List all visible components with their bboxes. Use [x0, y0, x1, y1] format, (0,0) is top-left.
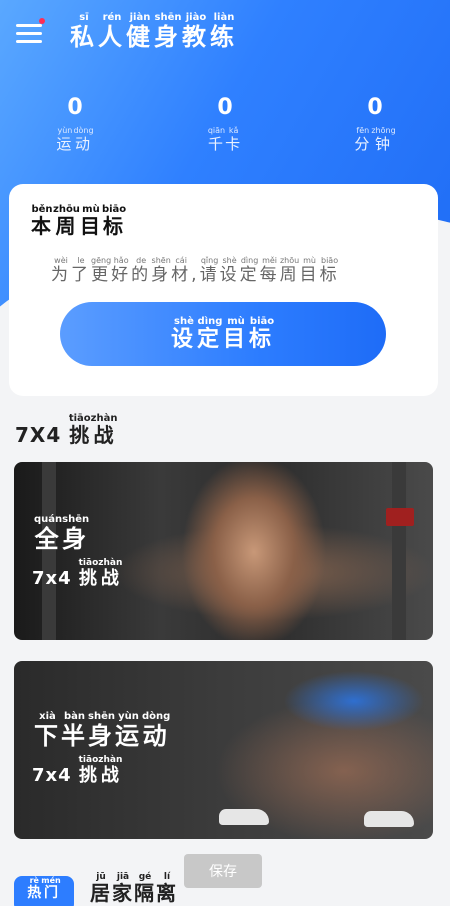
ruby-char: 设shè	[219, 256, 240, 285]
stat-label: 千qiān卡kǎ	[150, 126, 300, 154]
ruby-char: 挑tiāo	[78, 558, 99, 589]
shoe	[364, 811, 414, 827]
ruby-char: 动dòng	[142, 711, 171, 750]
ruby-char: 目mù	[299, 256, 320, 285]
ruby-char: 千qiān	[207, 126, 226, 153]
stat-minutes: 0 分fēn钟zhōng	[300, 95, 450, 154]
ruby-char: 为wèi	[51, 256, 71, 285]
card-sub-prefix: 7x4	[32, 568, 72, 589]
card-title: 全quán身shēn	[34, 514, 89, 554]
stat-label: 运yùn动dòng	[0, 126, 150, 154]
ruby-char: 身shēn	[151, 256, 172, 285]
ruby-char: 身shēn	[88, 711, 115, 750]
ruby-char: 更gēng	[91, 256, 112, 285]
ruby-char: 了le	[71, 256, 91, 285]
ruby-char: 私sī	[70, 12, 98, 51]
ruby-char: 门mén	[41, 876, 61, 901]
ruby-char: 材cái	[171, 256, 192, 285]
ruby-char: 居jū	[90, 872, 112, 905]
card-sub-prefix: 7x4	[32, 765, 72, 786]
ruby-char: 运yùn	[115, 711, 142, 750]
stats-row: 0 运yùn动dòng 0 千qiān卡kǎ 0 分fēn钟zhōng	[0, 95, 450, 154]
ruby-char: 定dìng	[196, 315, 223, 352]
rack-post	[392, 462, 406, 640]
notification-dot	[39, 18, 45, 24]
ruby-char: 本běn	[31, 204, 53, 238]
ruby-char: 挑tiāo	[68, 413, 91, 447]
ruby-char: 运yùn	[56, 126, 74, 153]
ruby-char: 标biāo	[101, 204, 127, 238]
home-quarantine-title: 居jū家jiā隔gé离lí	[90, 872, 178, 906]
hot-tag: 热rè门mén	[14, 876, 74, 906]
stat-value: 0	[367, 95, 383, 120]
ruby-char: 练liàn	[210, 12, 238, 51]
ruby-char: 隔gé	[134, 872, 156, 905]
app-title: 私sī人rén健jiàn身shēn教jiào练liàn	[70, 12, 238, 52]
ruby-char: 离lí	[156, 872, 178, 905]
ruby-char: 热rè	[27, 876, 42, 901]
rack-pad	[386, 508, 414, 526]
ruby-char: 半bàn	[61, 711, 88, 750]
stat-value: 0	[217, 95, 233, 120]
ruby-char: 身shēn	[62, 514, 90, 553]
card-subtitle: 7x4 挑tiāo战zhàn	[32, 755, 122, 787]
ruby-char: 请qǐng	[199, 256, 220, 285]
stat-value: 0	[67, 95, 83, 120]
ruby-char: 设shè	[170, 315, 197, 352]
ruby-char: 的de	[131, 256, 152, 285]
stat-label: 分fēn钟zhōng	[300, 126, 450, 154]
ruby-char: 教jiào	[182, 12, 210, 51]
save-button[interactable]: 保存	[184, 854, 262, 888]
ruby-char: ,	[191, 265, 200, 285]
set-goal-button[interactable]: 设shè 定dìng 目mù 标biāo	[60, 302, 386, 366]
lower-body-card[interactable]: 下xià半bàn身shēn运yùn动dòng 7x4 挑tiāo战zhàn	[14, 661, 433, 839]
card-sub-text: 挑tiāo战zhàn	[78, 558, 123, 589]
ruby-char: 挑tiāo	[78, 755, 99, 786]
card-title: 下xià半bàn身shēn运yùn动dòng	[34, 711, 170, 751]
ruby-char: 战zhàn	[98, 755, 123, 786]
ruby-char: 每měi	[259, 256, 280, 285]
ruby-char: 标biāo	[319, 256, 340, 285]
ruby-char: 身shēn	[154, 12, 182, 51]
goal-subtitle: 为wèi了le更gēng好hǎo的de身shēn材cái,请qǐng设shè定d…	[51, 256, 340, 285]
ruby-char: 目mù	[223, 315, 250, 352]
ruby-char: 健jiàn	[126, 12, 154, 51]
ruby-char: 下xià	[34, 711, 61, 750]
stat-calories: 0 千qiān卡kǎ	[150, 95, 300, 154]
ruby-char: 分fēn	[354, 126, 372, 153]
ruby-char: 家jiā	[112, 872, 134, 905]
shoe	[219, 809, 269, 825]
goal-title: 本běn周zhōu目mù标biāo	[31, 204, 126, 239]
challenge-section-title: 7X4 挑tiāo战zhàn	[15, 413, 117, 448]
ruby-char: 定dìng	[239, 256, 260, 285]
ruby-char: 全quán	[34, 514, 63, 553]
ruby-char: 战zhàn	[90, 413, 118, 447]
menu-icon[interactable]	[16, 18, 45, 44]
card-subtitle: 7x4 挑tiāo战zhàn	[32, 558, 122, 590]
ruby-char: 卡kǎ	[225, 126, 243, 153]
ruby-char: 钟zhōng	[371, 126, 396, 153]
ruby-char: 周zhōu	[53, 204, 80, 238]
ruby-char: 动dòng	[73, 126, 94, 153]
ruby-char: 人rén	[98, 12, 126, 51]
ruby-char: 周zhōu	[279, 256, 300, 285]
full-body-card[interactable]: 全quán身shēn 7x4 挑tiāo战zhàn	[14, 462, 433, 640]
stat-workouts: 0 运yùn动dòng	[0, 95, 150, 154]
challenge-title: 挑tiāo战zhàn	[68, 413, 118, 447]
ruby-char: 标biāo	[249, 315, 276, 352]
ruby-char: 目mù	[79, 204, 102, 238]
challenge-prefix: 7X4	[15, 423, 62, 447]
card-sub-text: 挑tiāo战zhàn	[78, 755, 123, 786]
ruby-char: 好hǎo	[111, 256, 132, 285]
ruby-char: 战zhàn	[98, 558, 123, 589]
weekly-goal-card: 本běn周zhōu目mù标biāo 为wèi了le更gēng好hǎo的de身sh…	[9, 184, 438, 396]
